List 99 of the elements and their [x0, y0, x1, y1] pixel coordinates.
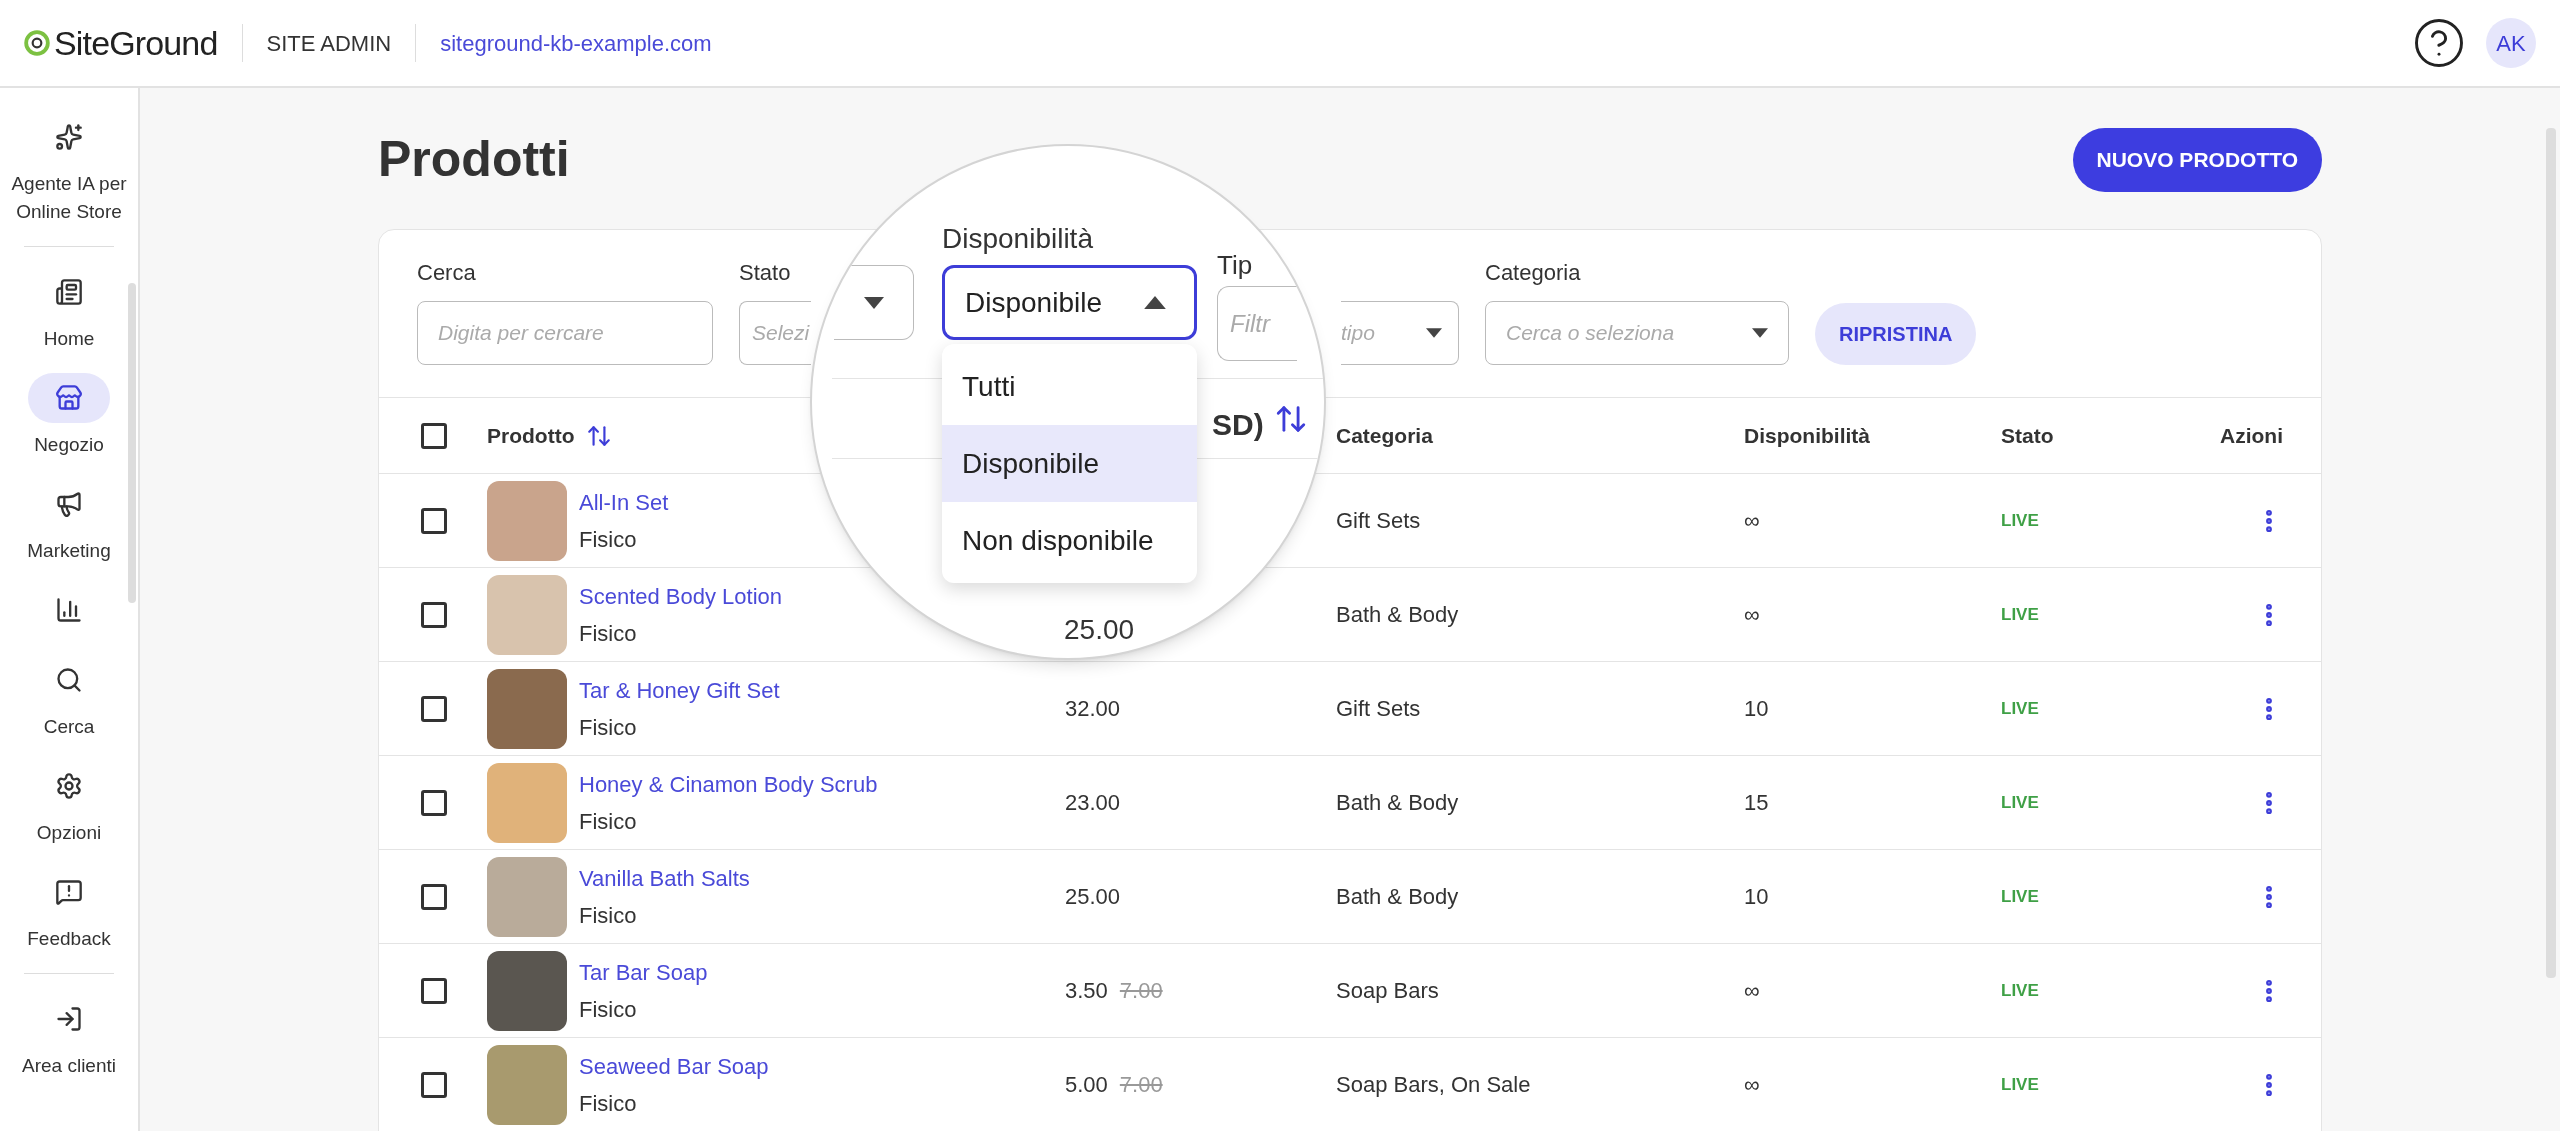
price: 5.00 [1065, 1071, 1108, 1099]
category-cell-text: Gift Sets [1336, 695, 1422, 723]
availability-cell-text: ∞ [1744, 1071, 1761, 1099]
page-title: Prodotti [378, 130, 570, 189]
category-cell-text: Bath & Body [1336, 883, 1460, 911]
checkbox[interactable] [421, 883, 447, 910]
sidebar-label[interactable]: Area clienti [22, 1052, 116, 1080]
site-link[interactable]: siteground-kb-example.com [440, 26, 712, 60]
checkbox[interactable] [421, 507, 447, 534]
feedback-icon [55, 878, 83, 906]
section-title: SITE ADMIN [266, 29, 392, 58]
product-link[interactable]: Vanilla Bath Salts [579, 861, 750, 895]
category-cell-text: Soap Bars, On Sale [1336, 1071, 1532, 1099]
sidebar-label[interactable]: Negozio [34, 431, 104, 459]
exit-icon [55, 1005, 83, 1033]
product-type: Fisico [579, 995, 638, 1024]
filter-label: Stato [739, 259, 792, 287]
sidebar-label[interactable]: Opzioni [36, 819, 102, 847]
sidebar-icon-button[interactable] [28, 373, 110, 423]
availability-cell-text: 10 [1744, 695, 1770, 723]
new-product-button[interactable]: NUOVO PRODOTTO [2072, 127, 2322, 192]
availability-cell-text: ∞ [1744, 507, 1761, 535]
checkbox[interactable] [421, 601, 447, 628]
sparkle-icon [55, 123, 83, 151]
availability-cell-text: 15 [1744, 789, 1770, 817]
price: 3.50 [1065, 977, 1108, 1005]
price: 25.00 [1065, 883, 1121, 911]
product-link[interactable]: Scented Body Lotion [579, 579, 783, 613]
checkbox[interactable] [421, 422, 447, 449]
dropdown-option[interactable]: Tutti [942, 348, 1197, 425]
column-header[interactable]: Stato [2001, 419, 2201, 452]
sidebar-label[interactable]: Marketing [27, 537, 111, 565]
checkbox[interactable] [421, 1071, 447, 1098]
column-header[interactable]: Azioni [2220, 419, 2321, 452]
product-type: Fisico [579, 619, 638, 648]
checkbox[interactable] [421, 977, 447, 1004]
status-label: LIVE [2001, 979, 2040, 1002]
caret-icon [1752, 328, 1768, 338]
filter-label: Cerca [417, 259, 477, 287]
status-label: LIVE [2001, 603, 2040, 626]
column-header[interactable]: Prodotto [487, 419, 575, 452]
old-price: 7.00 [1119, 1071, 1163, 1099]
price: 23.00 [1065, 789, 1121, 817]
chart-icon [55, 596, 83, 624]
sidebar-label[interactable]: Cerca [43, 713, 95, 741]
scrollbar-thumb[interactable] [128, 283, 136, 603]
dropdown-option[interactable]: Non disponibile [942, 502, 1197, 579]
checkbox[interactable] [421, 695, 447, 722]
status-label: LIVE [2001, 697, 2040, 720]
store-icon [55, 384, 83, 412]
category-cell-text: Bath & Body [1336, 601, 1460, 629]
search-field[interactable]: Digita per cercare [417, 301, 713, 365]
product-link[interactable]: Tar Bar Soap [579, 955, 708, 989]
availability-cell-text: 10 [1744, 883, 1770, 911]
search-icon [55, 666, 83, 694]
category-cell-text: Bath & Body [1336, 789, 1460, 817]
product-link[interactable]: Seaweed Bar Soap [579, 1049, 769, 1083]
logo-text[interactable]: SiteGround [54, 17, 218, 69]
price: 25.00 [1064, 616, 1135, 644]
product-type: Fisico [579, 713, 638, 742]
filter-label: Disponibilità [942, 222, 1093, 256]
product-type: Fisico [579, 525, 638, 554]
sidebar-label[interactable]: Agente IA per Online Store [11, 170, 127, 226]
product-type: Fisico [579, 807, 638, 836]
column-header[interactable]: Categoria [1336, 419, 1744, 452]
price: 32.00 [1065, 695, 1121, 723]
status-label: LIVE [2001, 1073, 2040, 1096]
availability-cell-text: ∞ [1744, 977, 1761, 1005]
caret-icon [863, 296, 884, 309]
product-link[interactable]: Tar & Honey Gift Set [579, 673, 780, 707]
filter-label: Categoria [1485, 259, 1582, 287]
user-avatar[interactable]: AK [2486, 18, 2536, 68]
product-type: Fisico [579, 1089, 638, 1118]
availability-cell-text: ∞ [1744, 601, 1761, 629]
dropdown-option[interactable]: Disponibile [942, 425, 1197, 502]
settings-icon [55, 772, 83, 800]
product-link[interactable]: All-In Set [579, 485, 669, 519]
category-cell-text: Gift Sets [1336, 507, 1422, 535]
sidebar-label[interactable]: Home [43, 325, 95, 353]
help-icon[interactable] [2412, 16, 2466, 70]
megaphone-icon [55, 490, 83, 518]
scrollbar-thumb[interactable] [2546, 128, 2556, 978]
caret-icon [1144, 296, 1166, 309]
category-cell-text: Soap Bars [1336, 977, 1440, 1005]
column-header[interactable]: SD) [1212, 402, 1264, 447]
filter-label: Tip [1217, 249, 1253, 282]
availability-select[interactable]: Disponibile [942, 265, 1197, 340]
column-header[interactable]: Disponibilità [1744, 419, 2001, 452]
caret-icon [1426, 328, 1442, 338]
old-price: 7.00 [1119, 977, 1163, 1005]
newspaper-icon [55, 278, 83, 306]
checkbox[interactable] [421, 789, 447, 816]
status-label: LIVE [2001, 885, 2040, 908]
product-link[interactable]: Honey & Cinamon Body Scrub [579, 767, 878, 801]
status-label: LIVE [2001, 509, 2040, 532]
reset-button[interactable]: RIPRISTINA [1815, 303, 1977, 365]
status-label: LIVE [2001, 791, 2040, 814]
sidebar-label[interactable]: Feedback [27, 925, 111, 953]
product-type: Fisico [579, 901, 638, 930]
